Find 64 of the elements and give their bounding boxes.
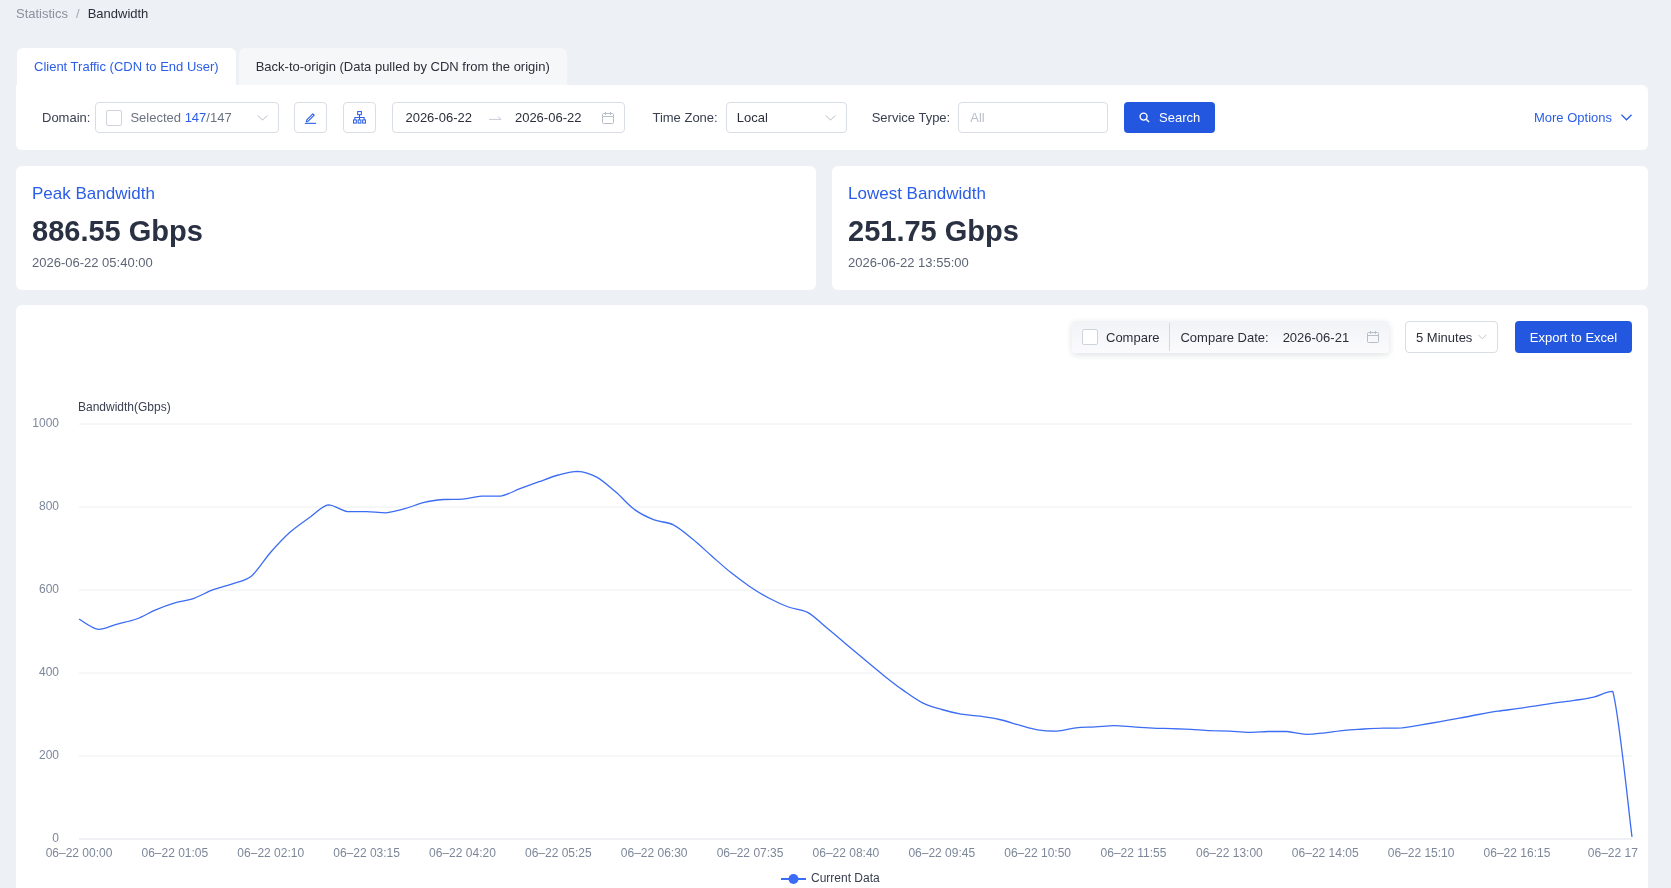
tab[interactable]: Back-to-origin (Data pulled by CDN from the origin) [238,48,567,85]
field-label: Service Type: [871,110,951,125]
hierarchy-icon [353,111,367,124]
y-tick-label: 1000 [32,416,59,431]
y-axis-title: Bandwidth(Gbps) [78,400,171,415]
breadcrumb-current: Bandwidth [87,5,149,21]
x-tick-label: 06–22 07:35 [716,846,784,861]
x-tick-label: 06–22 05:25 [524,846,592,861]
date-range-field[interactable]: 2026-06-22 2026-06-22 [392,102,626,133]
search-icon [1139,112,1151,123]
legend-line-icon[interactable] [780,874,807,884]
x-tick-label: 06–22 09:45 [908,846,976,861]
search-button[interactable]: Search [1124,102,1216,133]
x-tick-label: 06–22 15:10 [1387,846,1455,861]
field-label: Domain: [42,110,91,125]
interval-select[interactable]: 5 Minutes [1405,321,1498,353]
x-tick-label: 06–22 03:15 [333,846,400,861]
stat-value: 886.55 Gbps [32,214,204,249]
tab[interactable]: Client Traffic (CDN to End User) [17,48,236,85]
x-tick-label: 06–22 14:05 [1291,846,1359,861]
x-tick-label: 06–22 10:50 [1004,846,1071,861]
selection-summary: Selected 147/147 [130,110,232,125]
stat-time: 2026-06-22 05:40:00 [32,254,154,272]
more-options-link[interactable]: More Options [1533,110,1632,125]
x-tick-label: 06–22 02:10 [237,846,305,861]
y-tick-label: 0 [52,831,59,846]
x-tick-label: 06–22 00:00 [45,846,113,861]
x-tick-label: 06–22 11:55 [1100,846,1167,861]
field-label: Compare Date: [1180,329,1269,345]
stat-time: 2026-06-22 13:55:00 [848,254,970,272]
export-button[interactable]: Export to Excel [1515,321,1632,353]
time-zone-select[interactable]: Local [725,102,847,133]
chevron-down-icon [257,114,269,121]
legend-label[interactable]: Current Data [811,871,880,886]
stat-title: Peak Bandwidth [32,183,156,205]
stat-title: Lowest Bandwidth [848,183,987,205]
checkbox[interactable] [106,109,123,126]
edit-button[interactable] [294,102,328,133]
x-tick-label: 06–22 04:20 [429,846,496,861]
calendar-icon [1367,331,1379,343]
breadcrumb-separator: / [76,5,80,21]
compare-date-field[interactable]: 2026-06-21 [1282,329,1379,345]
checkbox-label: Compare [1106,329,1160,345]
y-tick-label: 400 [38,665,59,680]
x-tick-label: 06–22 13:00 [1196,846,1263,861]
y-tick-label: 800 [38,499,59,514]
y-tick-label: 200 [38,748,59,763]
y-tick-label: 600 [38,582,59,597]
pen-icon [304,111,318,124]
x-tick-label: 06–22 08:40 [812,846,880,861]
x-tick-label: 06–22 06:30 [620,846,688,861]
domain-select[interactable]: Selected 147/147 [95,102,280,133]
chevron-down-icon [1621,114,1632,121]
field-label: Time Zone: [652,110,718,125]
chevron-down-icon [824,114,836,121]
checkbox[interactable] [1082,329,1098,345]
stat-value: 251.75 Gbps [848,214,1020,249]
service-type-input[interactable]: All [958,102,1109,133]
x-tick-label: 06–22 17 [1587,846,1638,861]
chevron-down-icon [1478,334,1487,340]
x-tick-label: 06–22 16:15 [1483,846,1551,861]
x-tick-label: 06–22 01:05 [141,846,209,861]
calendar-icon [602,111,615,124]
hierarchy-button[interactable] [343,102,377,133]
